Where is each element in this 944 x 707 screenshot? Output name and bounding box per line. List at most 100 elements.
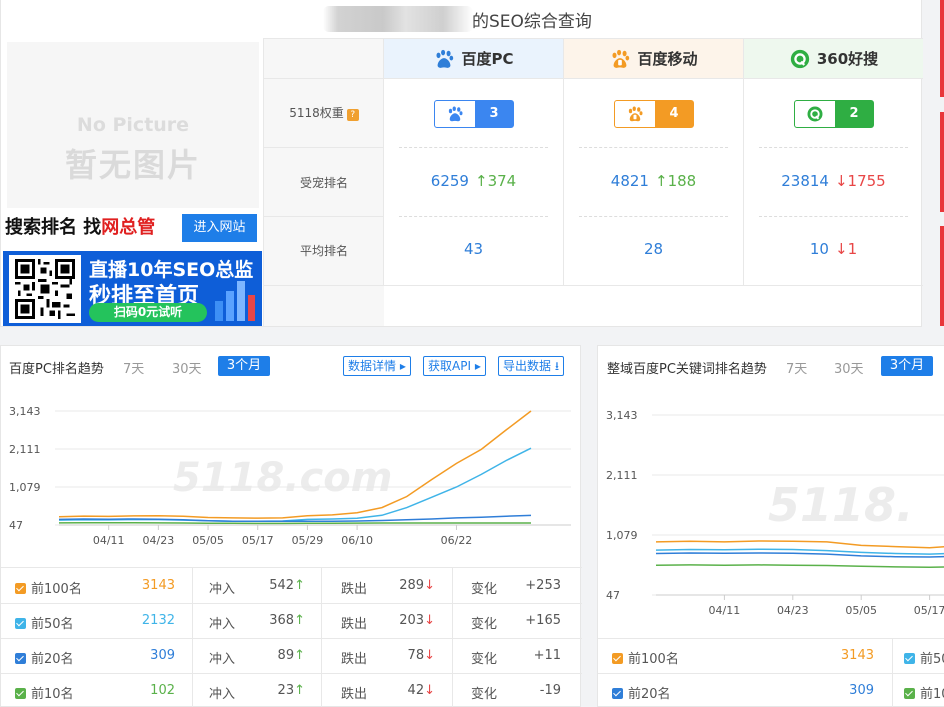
y-tick-label: 47 — [606, 589, 620, 602]
in-value: 368 — [269, 613, 295, 628]
engine-name: 360好搜 — [816, 50, 879, 68]
promo-text-black: 搜索排名 找 — [5, 217, 102, 238]
arrow-down-icon: ↓ — [834, 240, 848, 258]
series-label: 前10名 — [31, 687, 74, 702]
series-count: 2132 — [141, 613, 175, 628]
series-count: 102 — [150, 683, 175, 698]
change-label: 变化 — [471, 687, 498, 702]
series-label: 前50 — [920, 652, 944, 667]
data-detail-label: 数据详情 — [348, 359, 397, 373]
side-strip — [940, 0, 944, 97]
engine-header-0[interactable]: 百度PC — [384, 39, 563, 78]
panel-title: 整域百度PC关键词排名趋势 — [607, 362, 767, 377]
col-divider — [452, 603, 453, 638]
rank-delta: 374 — [487, 172, 517, 190]
col-divider — [321, 673, 322, 707]
checkbox-icon[interactable] — [904, 688, 915, 699]
no-picture-en: No Picture — [76, 114, 190, 136]
x-tick-label: 05/29 — [292, 534, 324, 547]
avg-rank-value-number: 28 — [643, 240, 664, 258]
checkbox-icon[interactable] — [904, 653, 915, 664]
out-value: 203 — [399, 613, 425, 628]
series-toggle[interactable]: 前100名 — [15, 578, 82, 597]
download-icon: ⭳ — [551, 359, 560, 373]
series-label: 前20名 — [628, 687, 671, 702]
x-tick-label: 05/05 — [845, 604, 877, 617]
tab-7d[interactable]: 7天 — [123, 358, 144, 377]
out-label: 跌出 — [341, 617, 368, 632]
change-value: +253 — [525, 578, 561, 593]
series-count: 309 — [150, 648, 175, 663]
checkbox-icon[interactable] — [15, 583, 26, 594]
in-label: 冲入 — [209, 687, 236, 702]
x-tick-label: 06/22 — [441, 534, 473, 547]
weight-badge[interactable]: 3 — [434, 100, 514, 128]
tab-3m[interactable]: 3个月 — [881, 356, 933, 376]
series-toggle[interactable]: 前10名 — [15, 683, 74, 702]
ad-banner[interactable]: 直播10年SEO总监 秒排至首页 扫码0元试听 — [3, 251, 262, 326]
rank-value: 23814 ↓1755 — [744, 172, 923, 190]
series-label: 前50名 — [31, 617, 74, 632]
export-data-button[interactable]: 导出数据 ⭳ — [498, 356, 565, 376]
rank-value-number: 23814 — [781, 172, 829, 190]
label-avg-rank: 平均排名 — [299, 244, 348, 258]
checkbox-icon[interactable] — [612, 653, 623, 664]
y-tick-label: 2,111 — [606, 469, 638, 482]
divider — [579, 216, 728, 217]
weight-badge[interactable]: 2 — [794, 100, 874, 128]
rank-value-number: 6259 — [430, 172, 469, 190]
enter-site-button[interactable]: 进入网站 — [182, 214, 257, 242]
in-value-cell: 23↑ — [247, 683, 305, 698]
series-toggle-partial[interactable]: 前50 — [904, 648, 944, 667]
baidu-mobile-icon — [615, 101, 655, 127]
weight-badge[interactable]: 4 — [614, 100, 694, 128]
engine-header-content: 360好搜 — [744, 39, 923, 78]
rank-delta: 1 — [847, 240, 858, 258]
tab-30d[interactable]: 30天 — [834, 358, 864, 377]
series-line[interactable] — [655, 564, 944, 568]
tab-30d[interactable]: 30天 — [172, 358, 202, 377]
arrow-up-icon: ↑ — [294, 613, 305, 628]
out-value-cell: 203↓ — [377, 613, 435, 628]
checkbox-icon[interactable] — [612, 688, 623, 699]
series-toggle[interactable]: 前50名 — [15, 613, 74, 632]
baidu-paw-icon — [433, 48, 455, 70]
checkbox-icon[interactable] — [15, 618, 26, 629]
engine-header-content: 百度PC — [384, 39, 563, 78]
rank-value: 6259 ↑374 — [384, 172, 563, 190]
label-rank: 受宠排名 — [299, 176, 348, 190]
in-value-cell: 89↑ — [247, 648, 305, 663]
series-label: 前10 — [920, 687, 944, 702]
series-toggle[interactable]: 前20名 — [612, 683, 671, 702]
col-divider — [192, 603, 193, 638]
watermark-text: 5118.com — [173, 455, 392, 501]
series-toggle-partial[interactable]: 前10 — [904, 683, 944, 702]
export-data-label: 导出数据 — [503, 359, 552, 373]
in-value-cell: 368↑ — [247, 613, 305, 628]
series-toggle[interactable]: 前20名 — [15, 648, 74, 667]
engine-header-1[interactable]: 百度移动 — [564, 39, 743, 78]
tab-7d[interactable]: 7天 — [786, 358, 807, 377]
y-tick-label: 2,111 — [9, 443, 41, 456]
question-icon[interactable]: ? — [346, 109, 359, 121]
series-count: 3143 — [840, 648, 874, 663]
checkbox-icon[interactable] — [15, 653, 26, 664]
tab-3m[interactable]: 3个月 — [218, 356, 270, 376]
out-value: 42 — [407, 683, 425, 698]
get-api-button[interactable]: 获取API ▸ — [423, 356, 486, 376]
avg-rank-value: 10 ↓1 — [744, 240, 923, 258]
change-value: -19 — [539, 683, 561, 698]
checkbox-icon[interactable] — [15, 688, 26, 699]
y-tick-label: 1,079 — [9, 481, 41, 494]
series-label: 前100名 — [628, 652, 679, 667]
arrow-down-icon: ↓ — [424, 578, 435, 593]
series-line[interactable] — [655, 538, 944, 549]
series-line[interactable] — [58, 521, 531, 525]
data-detail-button[interactable]: 数据详情 ▸ — [343, 356, 411, 376]
series-count: 3143 — [141, 578, 175, 593]
chart-decoration-icon — [215, 281, 255, 321]
promo-banner-text[interactable]: 搜索排名 找网总管 — [5, 214, 181, 242]
engine-header-2[interactable]: 360好搜 — [744, 39, 923, 78]
divider — [759, 147, 908, 148]
series-toggle[interactable]: 前100名 — [612, 648, 679, 667]
